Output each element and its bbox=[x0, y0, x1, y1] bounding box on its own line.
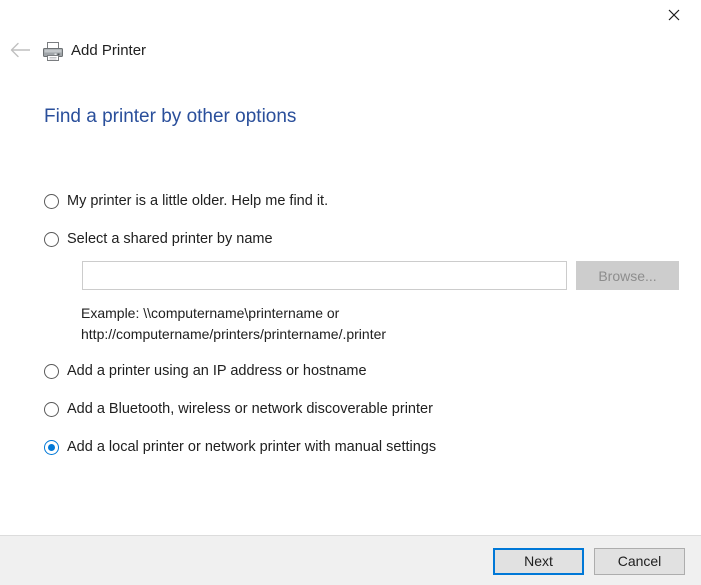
radio-option-label: Add a printer using an IP address or hos… bbox=[67, 363, 367, 379]
close-button[interactable] bbox=[651, 0, 697, 30]
radio-indicator[interactable] bbox=[44, 363, 59, 379]
radio-option-local-manual[interactable]: Add a local printer or network printer w… bbox=[44, 438, 436, 456]
app-title: Add Printer bbox=[71, 42, 147, 59]
back-button[interactable] bbox=[4, 36, 36, 68]
dialog-header: Add Printer bbox=[0, 34, 701, 70]
radio-indicator[interactable] bbox=[44, 401, 59, 417]
radio-option-label: Select a shared printer by name bbox=[67, 231, 273, 247]
page-title: Find a printer by other options bbox=[44, 106, 297, 127]
close-icon bbox=[668, 9, 680, 21]
next-button[interactable]: Next bbox=[493, 548, 584, 575]
title-bar bbox=[0, 0, 701, 30]
radio-option-bluetooth-wireless[interactable]: Add a Bluetooth, wireless or network dis… bbox=[44, 400, 433, 418]
radio-option-label: My printer is a little older. Help me fi… bbox=[67, 193, 329, 209]
back-arrow-icon bbox=[9, 41, 31, 64]
dialog-footer: Next Cancel bbox=[0, 535, 701, 585]
radio-option-older-printer[interactable]: My printer is a little older. Help me fi… bbox=[44, 192, 328, 210]
radio-indicator[interactable] bbox=[44, 231, 59, 247]
shared-printer-name-input[interactable] bbox=[82, 261, 567, 290]
radio-option-label: Add a Bluetooth, wireless or network dis… bbox=[67, 401, 433, 417]
radio-option-shared-printer[interactable]: Select a shared printer by name bbox=[44, 230, 273, 248]
cancel-button[interactable]: Cancel bbox=[594, 548, 685, 575]
footer-button-group: Next Cancel bbox=[493, 548, 685, 575]
browse-button[interactable]: Browse... bbox=[576, 261, 679, 290]
radio-option-ip-hostname[interactable]: Add a printer using an IP address or hos… bbox=[44, 362, 367, 380]
radio-option-label: Add a local printer or network printer w… bbox=[67, 439, 437, 455]
example-hint-text: Example: \\computername\printername or h… bbox=[81, 305, 387, 342]
printer-icon bbox=[41, 40, 65, 64]
radio-indicator[interactable] bbox=[44, 193, 59, 209]
radio-indicator[interactable] bbox=[44, 439, 59, 455]
